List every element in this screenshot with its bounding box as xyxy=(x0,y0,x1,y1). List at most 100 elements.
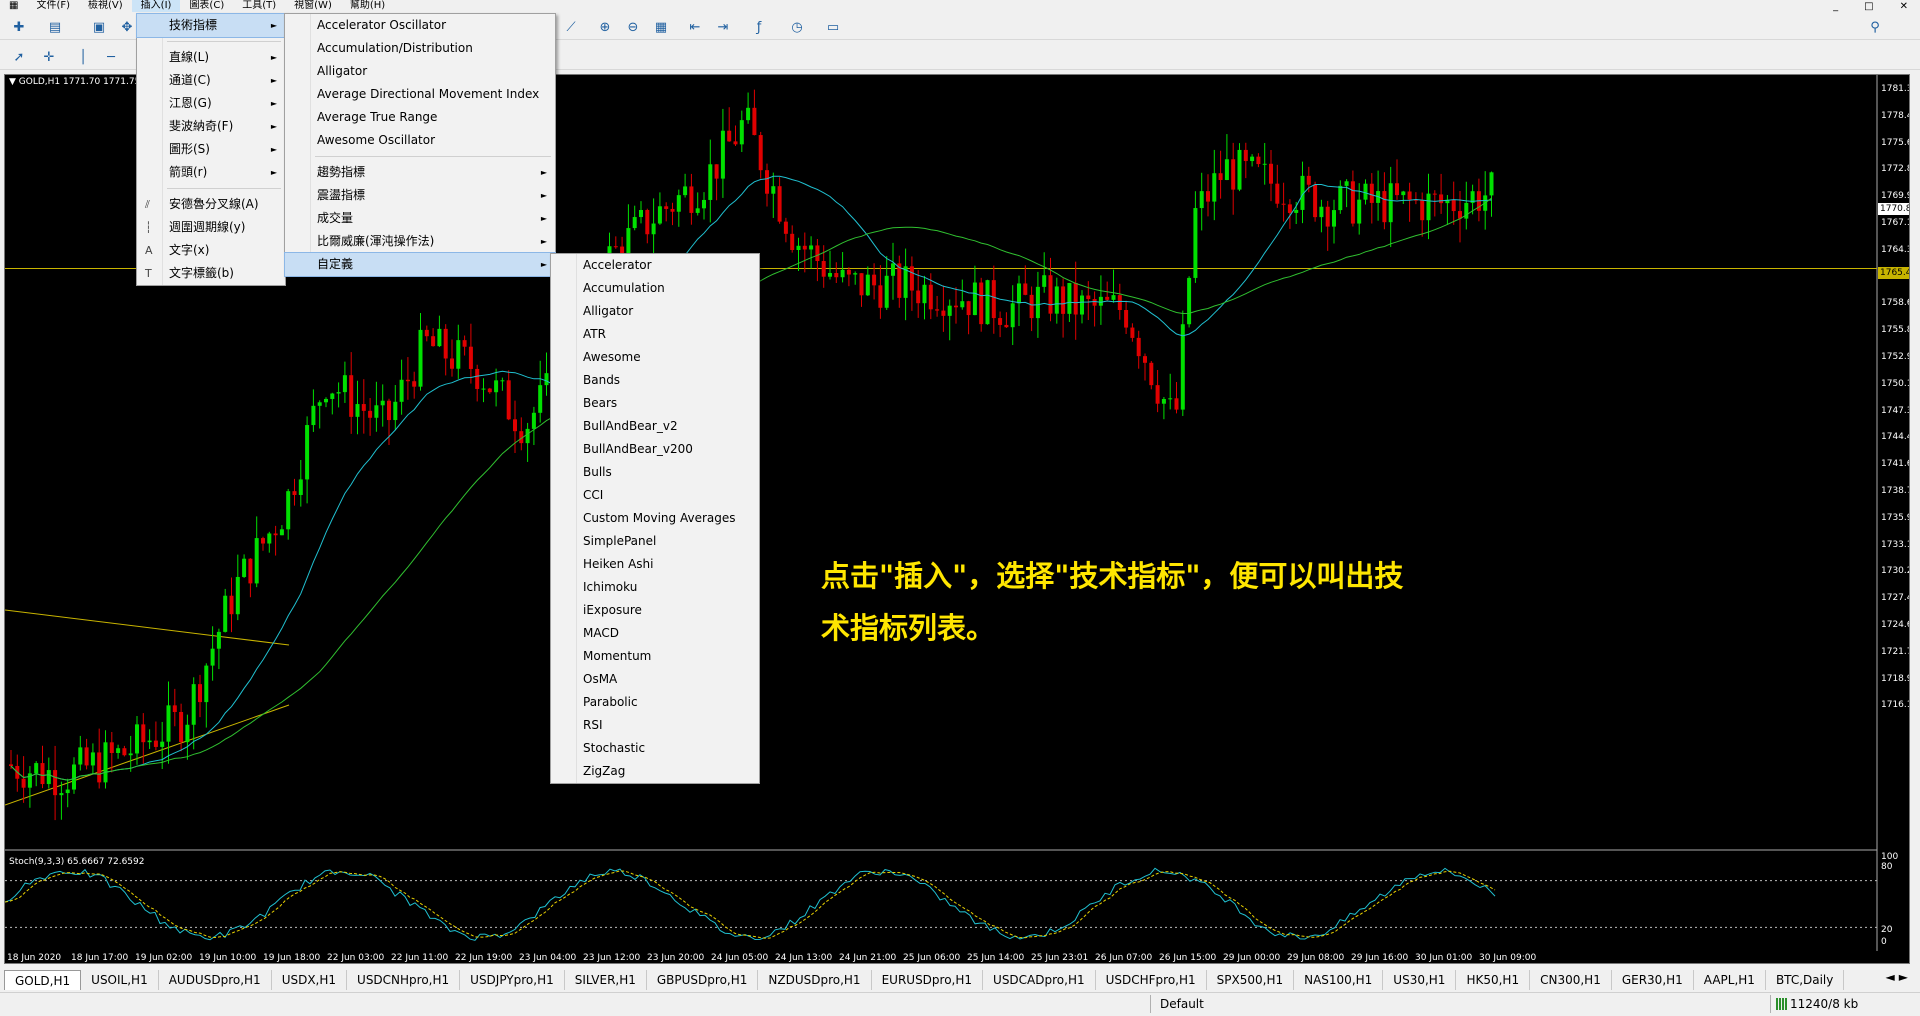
profile-name[interactable]: Default xyxy=(1160,997,1204,1011)
m2-item[interactable]: 自定義 ► xyxy=(284,252,556,277)
chart-tab[interactable]: USDCHFpro,H1 xyxy=(1096,970,1207,990)
chart-shift-icon[interactable]: ⇤ xyxy=(684,17,706,37)
m3-item[interactable]: Awesome xyxy=(551,346,759,369)
m1-item[interactable]: T 文字標籤(b) xyxy=(137,262,285,285)
line-chart-icon[interactable]: ⟋ xyxy=(560,17,582,37)
m1-item[interactable]: ┆ 週圍週期線(y) xyxy=(137,216,285,239)
m1-item[interactable]: 技術指標 ► xyxy=(136,13,286,38)
chart-tab[interactable]: SPX500,H1 xyxy=(1207,970,1295,990)
scroll-left-icon[interactable]: ◄ xyxy=(1886,970,1895,990)
profiles-icon[interactable]: ▤ xyxy=(44,17,66,37)
chart-tab[interactable]: USDCADpro,H1 xyxy=(983,970,1096,990)
m3-item[interactable]: Ichimoku xyxy=(551,576,759,599)
new-chart-icon[interactable]: ✚ xyxy=(8,17,30,37)
menu-item-0[interactable]: 文件(F) xyxy=(27,0,79,12)
m2-item[interactable]: Accelerator Oscillator xyxy=(285,14,555,37)
m3-item[interactable]: SimplePanel xyxy=(551,530,759,553)
chart-tab[interactable]: US30,H1 xyxy=(1383,970,1457,990)
m3-item[interactable]: Accumulation xyxy=(551,277,759,300)
cursor-icon[interactable]: ➚ xyxy=(8,47,30,67)
m2-item[interactable]: 趨勢指標 ► xyxy=(285,161,555,184)
chart-tab[interactable]: HK50,H1 xyxy=(1456,970,1531,990)
indicators-icon[interactable]: ƒ xyxy=(748,17,770,37)
autoscroll-icon[interactable]: ⇥ xyxy=(712,17,734,37)
menu-item-3[interactable]: 圖表(C) xyxy=(180,0,233,12)
m3-item[interactable]: ATR xyxy=(551,323,759,346)
m3-item[interactable]: Bears xyxy=(551,392,759,415)
m1-item[interactable]: A 文字(x) xyxy=(137,239,285,262)
app-icon[interactable]: ▦ xyxy=(0,0,27,12)
m3-item[interactable]: Accelerator xyxy=(551,254,759,277)
m1-item[interactable]: 箭頭(r) ► xyxy=(137,161,285,184)
chart-tab[interactable]: USDJPYpro,H1 xyxy=(460,970,565,990)
m3-item[interactable]: ZigZag xyxy=(551,760,759,783)
market-watch-icon[interactable]: ▣ xyxy=(88,17,110,37)
chart-tab[interactable]: NAS100,H1 xyxy=(1294,970,1384,990)
m3-item[interactable]: OsMA xyxy=(551,668,759,691)
zoom-in-icon[interactable]: ⊕ xyxy=(594,17,616,37)
chart-tab[interactable]: EURUSDpro,H1 xyxy=(872,970,984,990)
m3-item[interactable]: Bulls xyxy=(551,461,759,484)
m2-item[interactable]: 成交量 ► xyxy=(285,207,555,230)
chart-tab[interactable]: GOLD,H1 xyxy=(4,970,82,990)
m3-item[interactable]: MACD xyxy=(551,622,759,645)
m2-item[interactable]: 比爾威廉(渾沌操作法) ► xyxy=(285,230,555,253)
menu-item-6[interactable]: 幫助(H) xyxy=(341,0,394,12)
chart-tab[interactable]: AAPL,H1 xyxy=(1694,970,1766,990)
m3-item[interactable]: Alligator xyxy=(551,300,759,323)
m3-item[interactable]: Parabolic xyxy=(551,691,759,714)
m3-item[interactable]: Bands xyxy=(551,369,759,392)
m2-item[interactable]: Average True Range xyxy=(285,106,555,129)
chart-tab[interactable]: BTC,Daily xyxy=(1766,970,1845,990)
m3-item[interactable]: Custom Moving Averages xyxy=(551,507,759,530)
m1-item[interactable]: ⫽ 安德魯分叉線(A) xyxy=(137,193,285,216)
menu-item-1[interactable]: 檢視(V) xyxy=(79,0,132,12)
m1-item[interactable]: 圖形(S) ► xyxy=(137,138,285,161)
chart-tab[interactable]: GBPUSDpro,H1 xyxy=(647,970,759,990)
m3-item[interactable]: Heiken Ashi xyxy=(551,553,759,576)
m2-item[interactable]: 震盪指標 ► xyxy=(285,184,555,207)
m2-item[interactable]: Awesome Oscillator xyxy=(285,129,555,152)
m3-item[interactable]: BullAndBear_v200 xyxy=(551,438,759,461)
chart-tab[interactable]: GER30,H1 xyxy=(1612,970,1694,990)
chart-tab[interactable]: NZDUSDpro,H1 xyxy=(758,970,872,990)
zoom-out-icon[interactable]: ⊖ xyxy=(622,17,644,37)
m3-item[interactable]: RSI xyxy=(551,714,759,737)
chart-tab[interactable]: USOIL,H1 xyxy=(81,970,159,990)
menu-item-2[interactable]: 插入(I) xyxy=(131,0,181,12)
crosshair-icon[interactable]: ✛ xyxy=(38,47,60,67)
tile-windows-icon[interactable]: ▦ xyxy=(650,17,672,37)
m3-item[interactable]: Momentum xyxy=(551,645,759,668)
trend-line[interactable] xyxy=(5,609,290,646)
menu-item-4[interactable]: 工具(T) xyxy=(233,0,285,12)
chart-tab[interactable]: SILVER,H1 xyxy=(565,970,647,990)
chart-tab[interactable]: AUDUSDpro,H1 xyxy=(159,970,272,990)
navigator-icon[interactable]: ✥ xyxy=(116,17,138,37)
m2-item[interactable]: Average Directional Movement Index xyxy=(285,83,555,106)
scroll-right-icon[interactable]: ► xyxy=(1899,970,1908,990)
m2-item[interactable]: Alligator xyxy=(285,60,555,83)
time-axis[interactable]: 18 Jun 2020 18 Jun 17:00 19 Jun 02:00 19 Ju… xyxy=(5,951,1877,963)
m3-item[interactable]: CCI xyxy=(551,484,759,507)
m2-item[interactable]: Accumulation/Distribution xyxy=(285,37,555,60)
vertical-line-icon[interactable]: │ xyxy=(72,47,94,67)
m3-item[interactable]: Stochastic xyxy=(551,737,759,760)
trend-line[interactable] xyxy=(5,704,290,806)
restore-icon[interactable]: □ xyxy=(1864,1,1873,12)
m1-item[interactable]: 直線(L) ► xyxy=(137,46,285,69)
templates-icon[interactable]: ▭ xyxy=(822,17,844,37)
chart-tab[interactable]: USDCNHpro,H1 xyxy=(347,970,461,990)
chart-tab[interactable]: CN300,H1 xyxy=(1530,970,1612,990)
chart-tab[interactable]: USDX,H1 xyxy=(272,970,348,990)
m1-item[interactable]: 江恩(G) ► xyxy=(137,92,285,115)
minimize-icon[interactable]: _ xyxy=(1833,1,1838,12)
m3-item[interactable]: iExposure xyxy=(551,599,759,622)
menu-item-5[interactable]: 視窗(W) xyxy=(285,0,341,12)
m1-item[interactable]: 斐波納奇(F) ► xyxy=(137,115,285,138)
periods-icon[interactable]: ◷ xyxy=(786,17,808,37)
horizontal-line-icon[interactable]: ─ xyxy=(100,47,122,67)
m3-item[interactable]: BullAndBear_v2 xyxy=(551,415,759,438)
search-icon[interactable]: ⚲ xyxy=(1864,17,1886,37)
m1-item[interactable]: 通道(C) ► xyxy=(137,69,285,92)
close-icon[interactable]: ✕ xyxy=(1900,1,1908,12)
